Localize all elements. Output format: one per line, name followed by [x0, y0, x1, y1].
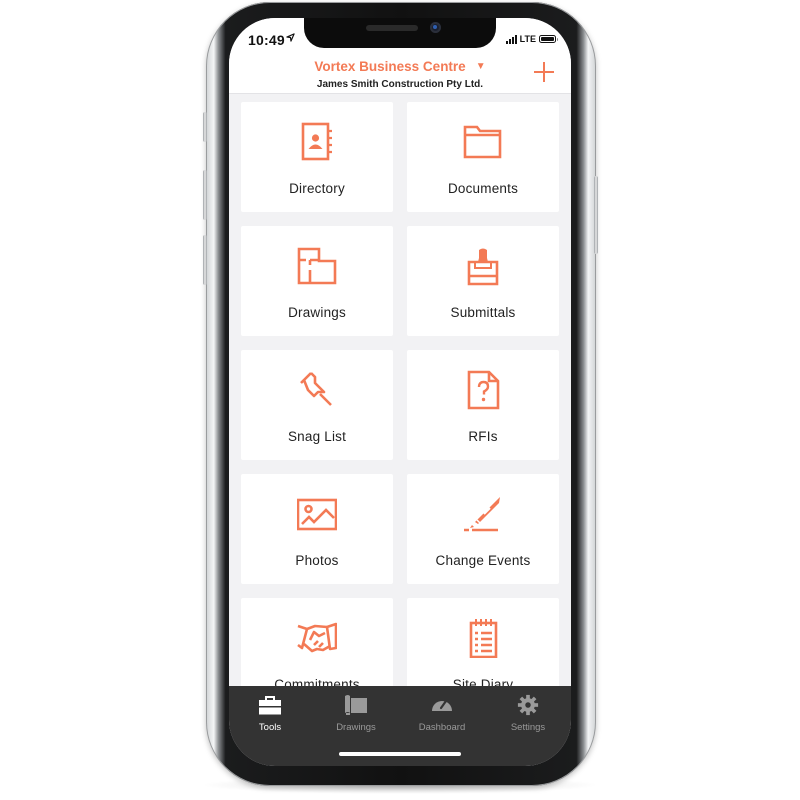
home-indicator[interactable]	[339, 752, 461, 756]
pencil-icon	[463, 494, 503, 534]
toolbox-icon	[258, 694, 282, 716]
tab-dashboard[interactable]: Dashboard	[402, 694, 482, 733]
tool-label: Change Events	[435, 553, 531, 568]
tool-tile-documents[interactable]: Documents	[407, 102, 559, 212]
tab-drawings[interactable]: Drawings	[316, 694, 396, 733]
notepad-icon	[463, 618, 503, 658]
company-name: James Smith Construction Pty Ltd.	[316, 79, 484, 90]
project-title: Vortex Business Centre	[314, 59, 466, 74]
gauge-icon	[430, 694, 454, 716]
stamp-icon	[463, 246, 503, 286]
tab-label: Tools	[258, 722, 282, 733]
tool-label: Submittals	[450, 305, 516, 320]
volume-down-button	[203, 235, 207, 285]
volume-up-button	[203, 170, 207, 220]
project-dropdown[interactable]: Vortex Business Centre ▼	[314, 59, 485, 74]
project-selector: Vortex Business Centre ▼ James Smith Con…	[229, 58, 571, 90]
tool-tile-directory[interactable]: Directory	[241, 102, 393, 212]
tab-label: Settings	[510, 722, 546, 733]
front-camera	[430, 22, 441, 33]
network-type: LTE	[519, 34, 536, 44]
gear-icon	[517, 694, 539, 716]
tool-tile-change-events[interactable]: Change Events	[407, 474, 559, 584]
tool-label: Drawings	[288, 305, 346, 320]
speaker	[366, 25, 418, 31]
power-button	[594, 176, 598, 254]
tab-label: Dashboard	[418, 722, 466, 733]
app-screen: 10:49 LTE Vortex Business Centre ▼ James…	[229, 18, 571, 766]
battery-icon	[539, 35, 558, 43]
blueprint-icon	[344, 694, 368, 716]
tool-tile-photos[interactable]: Photos	[241, 474, 393, 584]
signal-bars-icon	[505, 34, 517, 44]
tool-label: Documents	[447, 181, 519, 196]
image-icon	[297, 494, 337, 534]
notch	[304, 18, 496, 48]
tab-tools[interactable]: Tools	[230, 694, 310, 733]
handshake-icon	[297, 618, 337, 658]
bottom-tab-bar: Tools Drawings Dashboard Settings	[229, 686, 571, 766]
floor-plan-icon	[297, 246, 337, 286]
tool-label: RFIs	[468, 429, 498, 444]
folder-icon	[463, 122, 503, 162]
pushpin-icon	[297, 370, 337, 410]
location-arrow-icon	[286, 33, 295, 45]
tool-label: Photos	[295, 553, 339, 568]
status-indicators: LTE	[505, 34, 558, 44]
tool-label: Snag List	[287, 429, 347, 444]
add-button[interactable]	[534, 62, 554, 82]
address-book-icon	[297, 122, 337, 162]
tool-tile-snag-list[interactable]: Snag List	[241, 350, 393, 460]
question-document-icon	[463, 370, 503, 410]
tool-tile-submittals[interactable]: Submittals	[407, 226, 559, 336]
tool-label: Directory	[289, 181, 345, 196]
tools-grid: Directory Documents Drawings Submittals …	[241, 102, 561, 708]
status-time: 10:49	[248, 32, 285, 48]
tool-tile-drawings[interactable]: Drawings	[241, 226, 393, 336]
tab-label: Drawings	[336, 722, 376, 733]
tab-settings[interactable]: Settings	[488, 694, 568, 733]
triangle-down-icon: ▼	[475, 61, 486, 72]
tool-tile-rfis[interactable]: RFIs	[407, 350, 559, 460]
mute-switch	[203, 112, 207, 142]
